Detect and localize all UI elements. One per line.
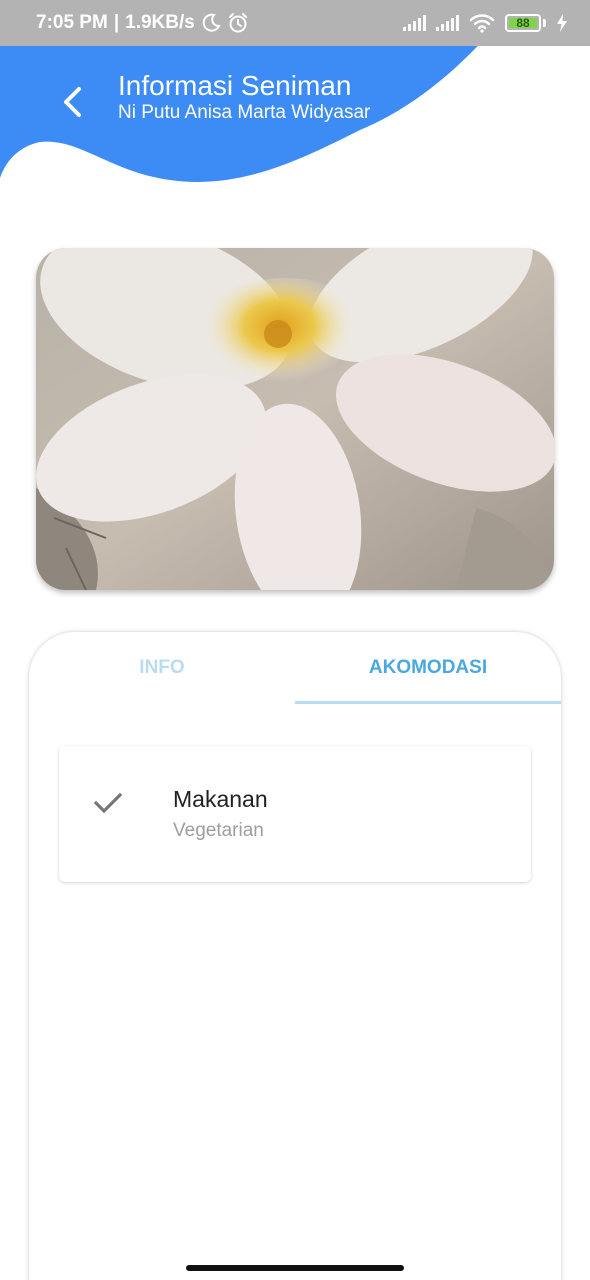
back-button[interactable] bbox=[52, 82, 92, 122]
battery-icon: 88 bbox=[505, 14, 541, 32]
battery-level: 88 bbox=[516, 16, 530, 30]
artist-photo bbox=[36, 248, 554, 590]
screen: 7:05 PM | 1.9KB/s 88 Informasi Seniman N… bbox=[0, 0, 590, 1280]
status-right: 88 bbox=[403, 13, 568, 33]
tab-info[interactable]: INFO bbox=[29, 632, 295, 704]
check-icon bbox=[93, 792, 123, 814]
charging-icon bbox=[557, 14, 567, 32]
chevron-left-icon bbox=[64, 87, 81, 117]
signal-icon-2 bbox=[436, 15, 459, 31]
home-indicator[interactable] bbox=[186, 1265, 404, 1271]
status-network-speed: 1.9KB/s bbox=[125, 12, 195, 33]
tab-indicator bbox=[295, 701, 561, 704]
flower-image bbox=[36, 248, 554, 590]
item-title: Makanan bbox=[173, 786, 268, 812]
tab-bar: INFO AKOMODASI bbox=[29, 632, 561, 704]
status-divider: | bbox=[113, 12, 120, 33]
list-item[interactable]: Makanan Vegetarian bbox=[59, 746, 531, 882]
app-header: Informasi Seniman Ni Putu Anisa Marta Wi… bbox=[0, 46, 590, 166]
signal-icon bbox=[403, 15, 426, 31]
battery-cap bbox=[543, 19, 546, 27]
page-title: Informasi Seniman bbox=[118, 70, 352, 101]
status-left: 7:05 PM | 1.9KB/s bbox=[36, 12, 249, 34]
tab-akomodasi[interactable]: AKOMODASI bbox=[295, 632, 561, 704]
status-time: 7:05 PM bbox=[36, 12, 108, 33]
item-subtitle: Vegetarian bbox=[173, 820, 264, 841]
alarm-icon bbox=[228, 13, 247, 33]
moon-icon bbox=[202, 13, 221, 32]
artist-name: Ni Putu Anisa Marta Widyasari bbox=[118, 102, 370, 123]
wifi-icon bbox=[469, 14, 495, 33]
status-bar: 7:05 PM | 1.9KB/s 88 bbox=[0, 0, 590, 46]
detail-panel: INFO AKOMODASI Makanan Vegetarian bbox=[29, 632, 561, 1280]
